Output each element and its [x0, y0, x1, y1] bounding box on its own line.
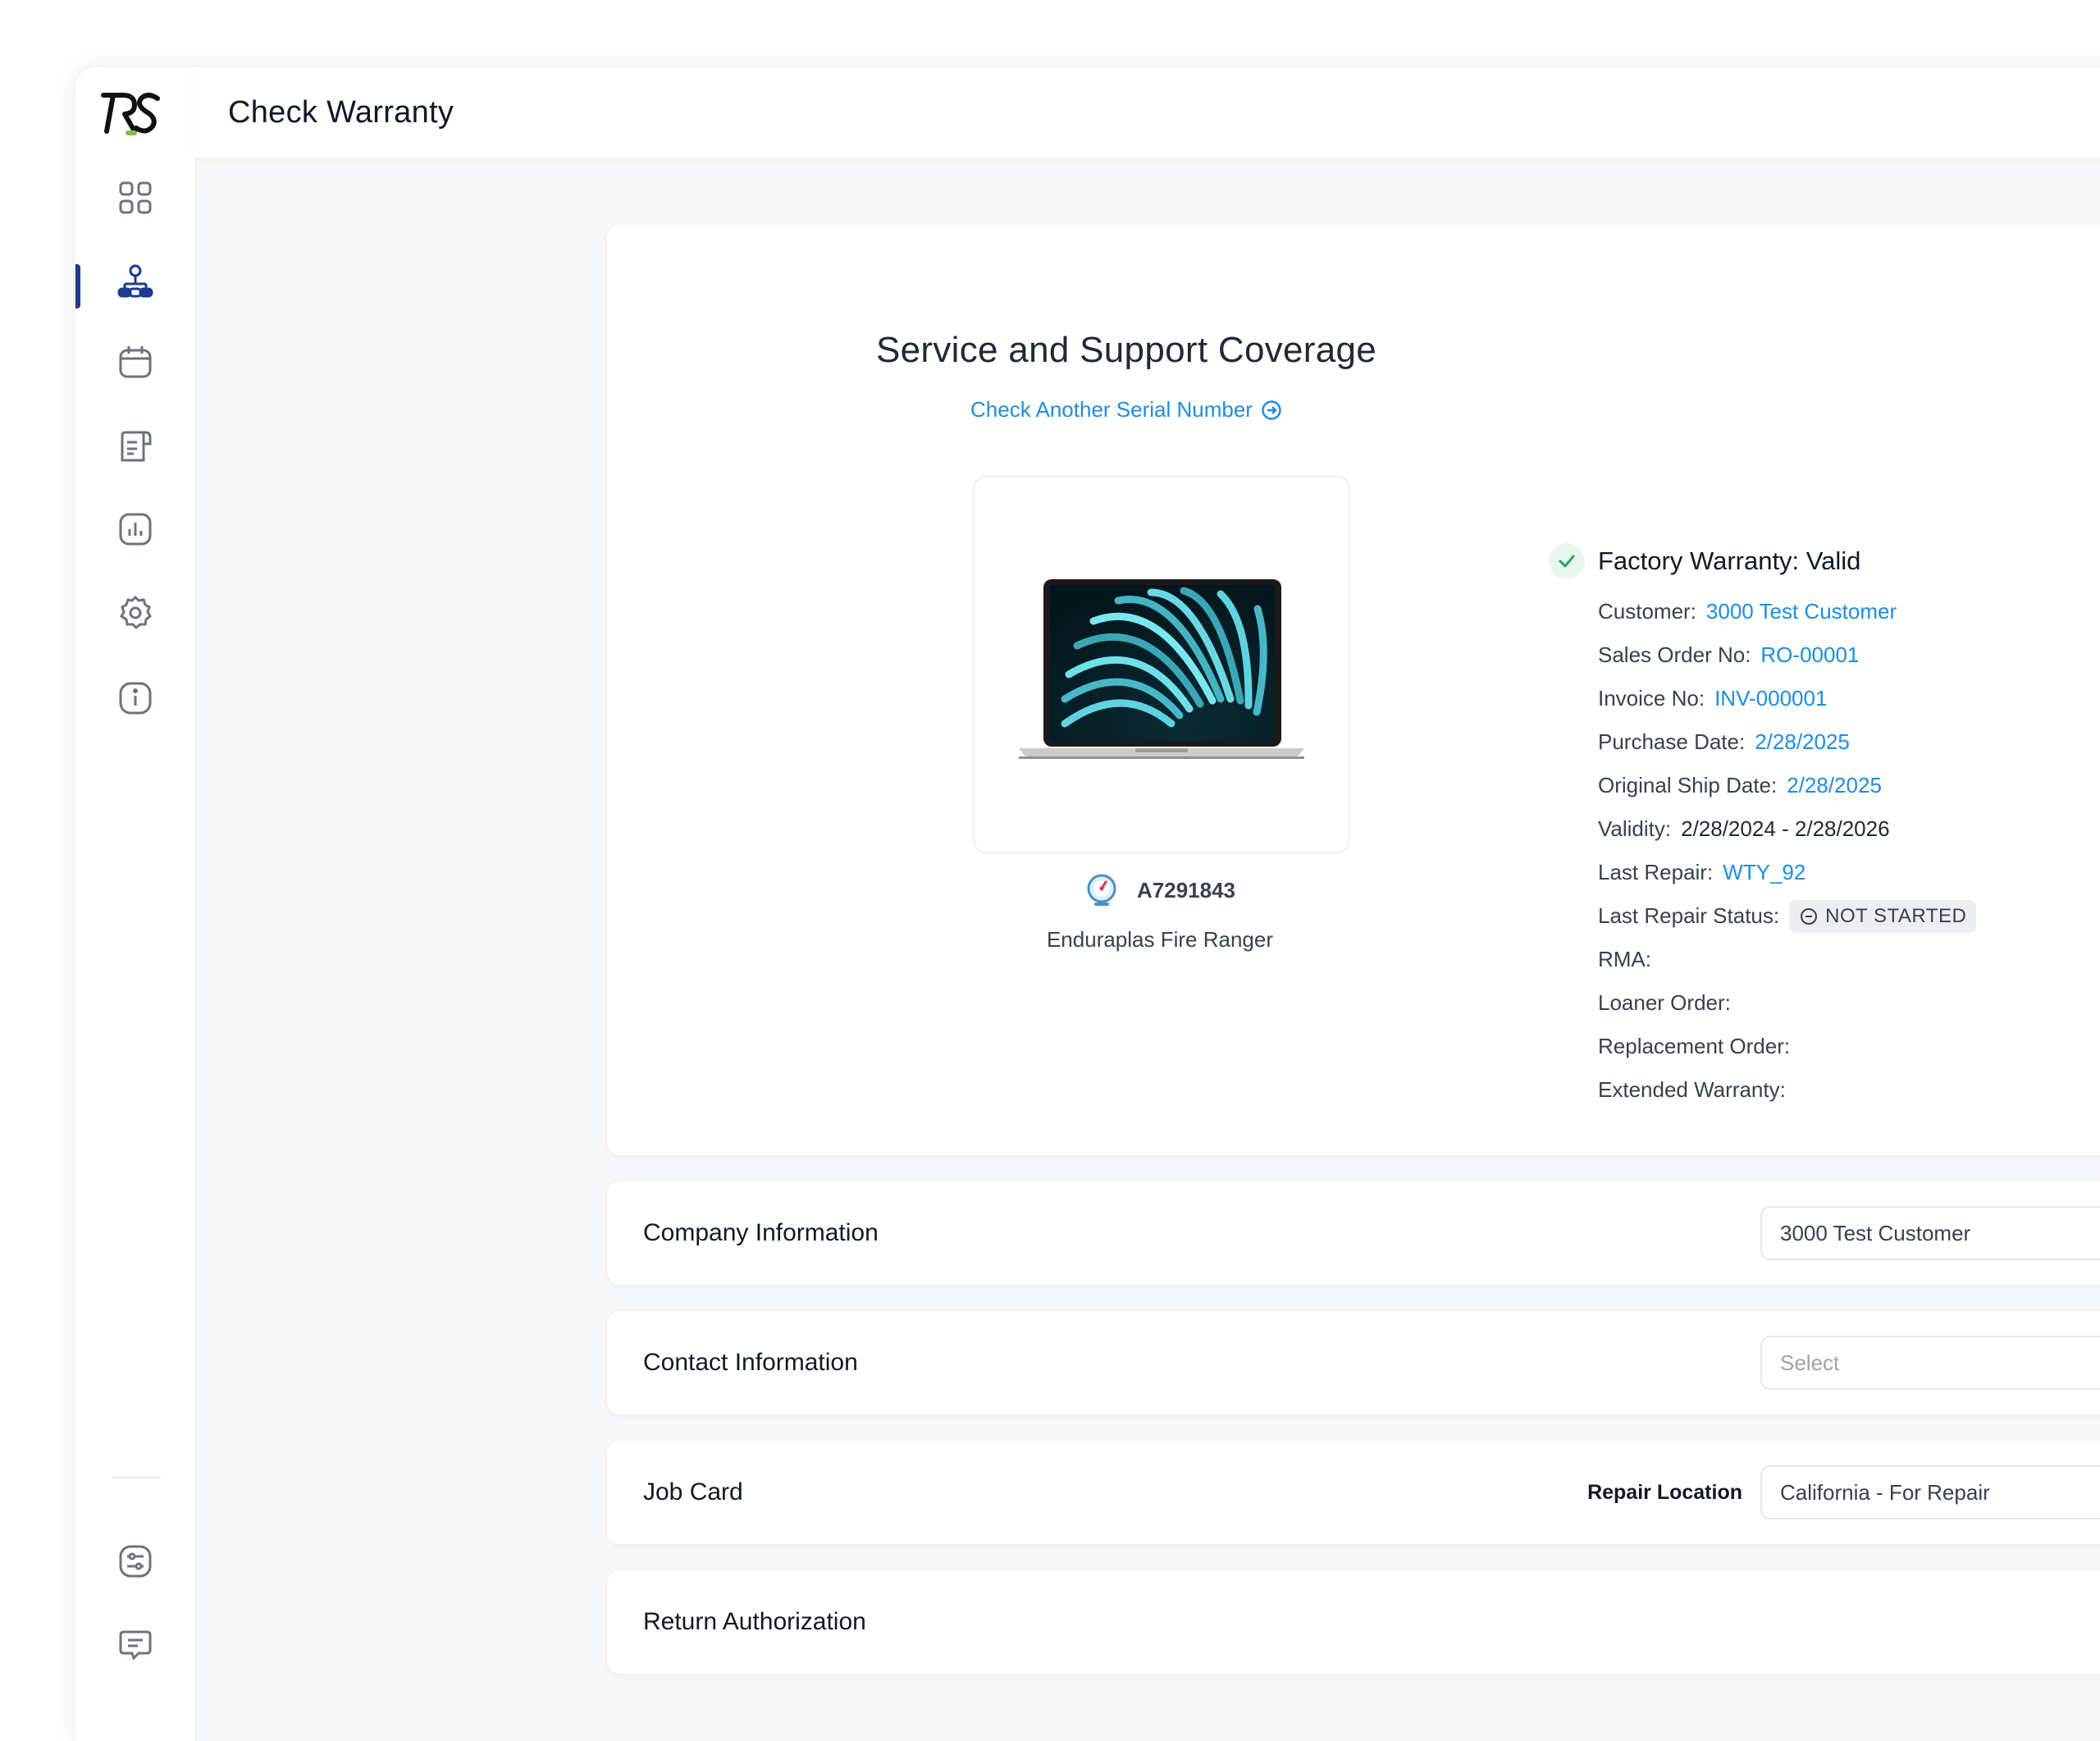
gear-icon	[119, 595, 152, 630]
detail-invoice: Invoice No: INV-000001	[1598, 677, 1976, 720]
arrow-circle-right-icon	[1262, 400, 1281, 420]
nav-messages[interactable]	[75, 1616, 195, 1674]
detail-label: RMA:	[1598, 947, 1651, 971]
last-repair-link[interactable]: WTY_92	[1723, 860, 1806, 885]
warranty-status-row: Factory Warranty: Valid	[1549, 543, 1860, 579]
app-window: Check Warranty Service and Support Cover…	[75, 67, 2100, 1741]
nav-reports[interactable]	[75, 500, 195, 558]
nav-info[interactable]	[75, 669, 195, 727]
nav-calendar[interactable]	[75, 333, 195, 391]
company-information-section: Company Information 3000 Test Customer	[607, 1181, 2100, 1285]
grid-icon	[119, 181, 152, 214]
minus-circle-icon	[1801, 907, 1818, 925]
detail-validity: Validity: 2/28/2024 - 2/28/2026	[1598, 807, 1976, 851]
return-authorization-section[interactable]: Return Authorization	[607, 1570, 2100, 1674]
detail-label: Validity:	[1598, 816, 1672, 841]
section-title: Contact Information	[643, 1349, 858, 1376]
check-another-serial-link[interactable]: Check Another Serial Number	[607, 397, 1646, 423]
detail-label: Customer:	[1598, 599, 1696, 624]
detail-label: Original Ship Date:	[1598, 773, 1778, 797]
detail-loaner-order: Loaner Order:	[1598, 981, 1976, 1025]
detail-last-repair: Last Repair: WTY_92	[1598, 851, 1976, 894]
nav-customers[interactable]	[75, 253, 195, 310]
nav-divider	[112, 1477, 161, 1478]
detail-label: Last Repair:	[1598, 860, 1714, 884]
top-bar: Check Warranty	[195, 67, 2100, 158]
nav-preferences[interactable]	[75, 1533, 195, 1590]
detail-label: Purchase Date:	[1598, 729, 1746, 754]
product-image-box	[973, 476, 1350, 853]
chat-icon	[119, 1630, 152, 1661]
section-title: Job Card	[643, 1478, 743, 1506]
section-title: Return Authorization	[643, 1608, 866, 1635]
detail-last-repair-status: Last Repair Status: NOT STARTED	[1598, 894, 1977, 938]
detail-sales-order: Sales Order No: RO-00001	[1598, 633, 1976, 677]
laptop-image	[1019, 579, 1304, 759]
detail-label: Last Repair Status:	[1598, 903, 1780, 928]
status-badge: NOT STARTED	[1789, 899, 1977, 933]
org-chart-icon	[117, 264, 153, 298]
detail-label: Extended Warranty:	[1598, 1077, 1786, 1102]
sidebar	[75, 67, 197, 1741]
customer-link[interactable]: 3000 Test Customer	[1706, 599, 1897, 624]
detail-label: Sales Order No:	[1598, 642, 1751, 667]
detail-rma: RMA:	[1598, 938, 1976, 981]
job-card-section: Job Card Repair Location California - Fo…	[607, 1441, 2100, 1544]
rs-logo[interactable]	[98, 89, 162, 138]
nav-dashboard[interactable]	[75, 169, 195, 226]
sales-order-link[interactable]: RO-00001	[1760, 642, 1859, 668]
sliders-icon	[119, 1545, 152, 1578]
chart-icon	[119, 513, 152, 546]
company-select[interactable]: 3000 Test Customer	[1760, 1206, 2100, 1260]
repair-location-label: Repair Location	[1587, 1480, 1742, 1504]
contact-information-section: Contact Information Select	[607, 1311, 2100, 1414]
purchase-date-link[interactable]: 2/28/2025	[1755, 729, 1850, 755]
invoice-link[interactable]: INV-000001	[1714, 686, 1827, 711]
gauge-icon	[1087, 874, 1116, 906]
detail-replacement-order: Replacement Order:	[1598, 1025, 1976, 1068]
calendar-icon	[119, 346, 152, 378]
warranty-status: Factory Warranty: Valid	[1598, 546, 1861, 575]
check-another-serial-label: Check Another Serial Number	[970, 397, 1253, 422]
active-indicator	[75, 264, 80, 308]
product-name: Enduraplas Fire Ranger	[1046, 927, 1274, 952]
detail-label: Replacement Order:	[1598, 1034, 1791, 1058]
info-icon	[119, 682, 152, 715]
serial-number: A7291843	[1137, 877, 1235, 902]
status-badge-label: NOT STARTED	[1825, 904, 1967, 927]
contact-select[interactable]: Select	[1760, 1336, 2100, 1390]
ship-date-link[interactable]: 2/28/2025	[1787, 773, 1882, 798]
page-title: Check Warranty	[228, 94, 454, 130]
check-icon	[1549, 543, 1585, 579]
detail-label: Loaner Order:	[1598, 990, 1731, 1015]
detail-extended-warranty: Extended Warranty:	[1598, 1068, 1976, 1112]
serial-row: A7291843	[973, 873, 1347, 907]
coverage-card: Service and Support Coverage Check Anoth…	[607, 225, 2100, 1155]
document-icon	[121, 431, 152, 462]
detail-customer: Customer: 3000 Test Customer	[1598, 590, 1976, 633]
detail-label: Invoice No:	[1598, 686, 1705, 711]
detail-ship-date: Original Ship Date: 2/28/2025	[1598, 764, 1976, 807]
warranty-details: Customer: 3000 Test Customer Sales Order…	[1598, 590, 1977, 1112]
nav-settings[interactable]	[75, 584, 195, 642]
validity-value: 2/28/2024 - 2/28/2026	[1681, 816, 1890, 841]
detail-purchase-date: Purchase Date: 2/28/2025	[1598, 720, 1976, 764]
repair-location-select[interactable]: California - For Repair	[1760, 1465, 2100, 1519]
nav-documents[interactable]	[75, 417, 195, 474]
section-title: Company Information	[643, 1219, 879, 1246]
coverage-title: Service and Support Coverage	[875, 330, 1377, 370]
